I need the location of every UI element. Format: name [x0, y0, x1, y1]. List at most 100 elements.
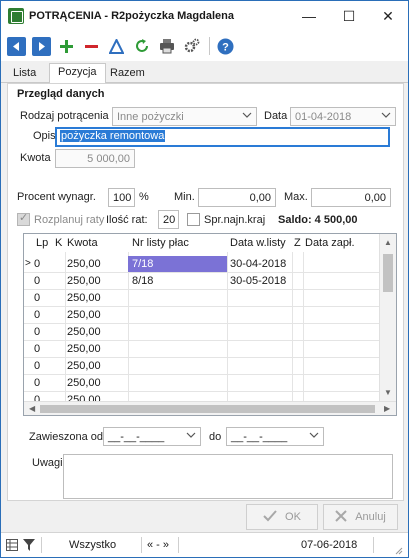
- table-row[interactable]: 0 250,00: [24, 324, 380, 341]
- vertical-scrollbar[interactable]: ▲ ▼: [379, 234, 396, 402]
- chevron-down-icon: [309, 430, 319, 443]
- ok-button[interactable]: OK: [246, 504, 318, 530]
- cell-kwota: 250,00: [67, 292, 101, 304]
- cell-kwota: 250,00: [67, 360, 101, 372]
- table-row[interactable]: 0 250,00: [24, 307, 380, 324]
- scroll-left-icon[interactable]: ◀: [29, 404, 35, 413]
- zawieszona-label: Zawieszona od: [29, 431, 103, 443]
- status-separator: [373, 537, 374, 553]
- status-filter[interactable]: Wszystko: [69, 539, 116, 551]
- opis-label: Opis: [33, 130, 56, 142]
- spr-label: Spr.najn.kraj: [204, 214, 266, 226]
- cell-kwota: 250,00: [67, 309, 101, 321]
- opis-input[interactable]: pożyczka remontowa: [55, 127, 390, 147]
- cell-data-w-listy: 30-05-2018: [230, 275, 287, 287]
- scroll-up-icon[interactable]: ▲: [384, 238, 392, 247]
- scroll-right-icon[interactable]: ▶: [384, 404, 390, 413]
- spr-checkbox[interactable]: [187, 213, 200, 226]
- filter-icon[interactable]: [23, 539, 35, 554]
- horizontal-scrollbar[interactable]: ◀ ▶: [24, 401, 396, 415]
- tab-razem[interactable]: Razem: [102, 65, 153, 83]
- cell-lp: 0: [34, 377, 41, 389]
- rozplanuj-checkbox[interactable]: [17, 211, 30, 226]
- column-header-lp[interactable]: Lp: [36, 237, 48, 249]
- cancel-x-icon: [335, 509, 347, 525]
- chevron-down-icon: [381, 110, 391, 123]
- rodzaj-label: Rodzaj potrącenia: [20, 110, 109, 122]
- tab-pozycja[interactable]: Pozycja: [49, 63, 106, 84]
- procent-label: Procent wynagr.: [17, 191, 96, 203]
- min-input[interactable]: 0,00: [198, 188, 276, 207]
- status-bar: Wszystko « - » 07-06-2018: [1, 532, 408, 557]
- cell-nr-listy: 8/18: [132, 275, 154, 287]
- zawieszona-od-value: __-__-____: [108, 431, 165, 443]
- maximize-button[interactable]: ☐: [329, 1, 369, 31]
- status-range[interactable]: « - »: [147, 539, 169, 551]
- cancel-button[interactable]: Anuluj: [323, 504, 398, 530]
- cell-lp: 0: [34, 292, 41, 304]
- close-button[interactable]: ✕: [368, 1, 408, 31]
- data-combo[interactable]: 01-04-2018: [290, 107, 396, 126]
- tab-lista[interactable]: Lista: [5, 65, 44, 83]
- toolbar: ?: [1, 31, 408, 61]
- triangle-icon[interactable]: [107, 37, 126, 56]
- kwota-input[interactable]: 5 000,00: [55, 149, 135, 168]
- status-separator: [178, 537, 179, 553]
- grid-view-icon[interactable]: [6, 539, 18, 554]
- column-header-nr-listy[interactable]: Nr listy płac: [132, 237, 189, 249]
- cell-kwota: 250,00: [67, 326, 101, 338]
- table-row[interactable]: 0 250,00: [24, 375, 380, 392]
- grid-header: Lp K Kwota Nr listy płac Data w.listy Z …: [24, 234, 380, 252]
- table-row[interactable]: 0 250,00 8/18 30-05-2018: [24, 273, 380, 290]
- column-header-data-zapl[interactable]: Data zapł.: [305, 237, 355, 249]
- uwagi-textarea[interactable]: [63, 454, 393, 499]
- status-separator: [141, 537, 142, 553]
- status-separator: [41, 537, 42, 553]
- rodzaj-value: Inne pożyczki: [117, 111, 184, 123]
- app-icon: [8, 8, 24, 24]
- cell-lp: 0: [34, 258, 41, 270]
- resize-grip-icon[interactable]: [393, 545, 403, 558]
- procent-unit: %: [139, 191, 149, 203]
- ilosc-input[interactable]: 20: [158, 210, 179, 229]
- min-label: Min.: [174, 191, 195, 203]
- table-row[interactable]: 0 250,00: [24, 290, 380, 307]
- zawieszona-do-combo[interactable]: __-__-____: [226, 427, 324, 446]
- column-header-k[interactable]: K: [55, 237, 62, 249]
- column-header-z[interactable]: Z: [294, 237, 301, 249]
- table-row[interactable]: > 0 250,00 7/18 30-04-2018: [24, 256, 380, 273]
- arrow-right-icon[interactable]: [32, 36, 51, 56]
- cell-kwota: 250,00: [67, 343, 101, 355]
- printer-icon[interactable]: [157, 37, 176, 56]
- minimize-button[interactable]: —: [289, 1, 329, 31]
- arrow-left-icon[interactable]: [7, 36, 26, 56]
- chevron-down-icon: [186, 430, 196, 443]
- minus-icon[interactable]: [82, 37, 101, 56]
- max-input[interactable]: 0,00: [311, 188, 391, 207]
- svg-text:?: ?: [222, 41, 229, 53]
- do-label: do: [209, 431, 222, 443]
- help-icon[interactable]: ?: [216, 37, 235, 56]
- zawieszona-od-combo[interactable]: __-__-____: [103, 427, 201, 446]
- procent-input[interactable]: 100: [108, 188, 135, 207]
- dialog-window: POTRĄCENIA - R2pożyczka Magdalena — ☐ ✕: [0, 0, 409, 558]
- table-row[interactable]: 0 250,00: [24, 358, 380, 375]
- gears-icon[interactable]: [182, 37, 201, 56]
- zawieszona-do-value: __-__-____: [231, 431, 288, 443]
- cell-nr-listy[interactable]: 7/18: [128, 256, 227, 272]
- ilosc-label: Ilość rat:: [106, 214, 148, 226]
- scroll-down-icon[interactable]: ▼: [384, 388, 392, 397]
- refresh-icon[interactable]: [132, 37, 151, 56]
- table-row[interactable]: 0 250,00: [24, 341, 380, 358]
- section-title: Przegląd danych: [17, 88, 105, 100]
- horizontal-scroll-thumb[interactable]: [40, 405, 375, 413]
- plus-icon[interactable]: [57, 37, 76, 56]
- installments-grid[interactable]: Lp K Kwota Nr listy płac Data w.listy Z …: [23, 233, 397, 416]
- rodzaj-combo[interactable]: Inne pożyczki: [112, 107, 257, 126]
- column-header-kwota[interactable]: Kwota: [67, 237, 98, 249]
- vertical-scroll-thumb[interactable]: [383, 254, 393, 292]
- cell-kwota: 250,00: [67, 275, 101, 287]
- saldo-value: Saldo: 4 500,00: [278, 214, 358, 226]
- cell-lp: 0: [34, 309, 41, 321]
- column-header-data-w-listy[interactable]: Data w.listy: [230, 237, 286, 249]
